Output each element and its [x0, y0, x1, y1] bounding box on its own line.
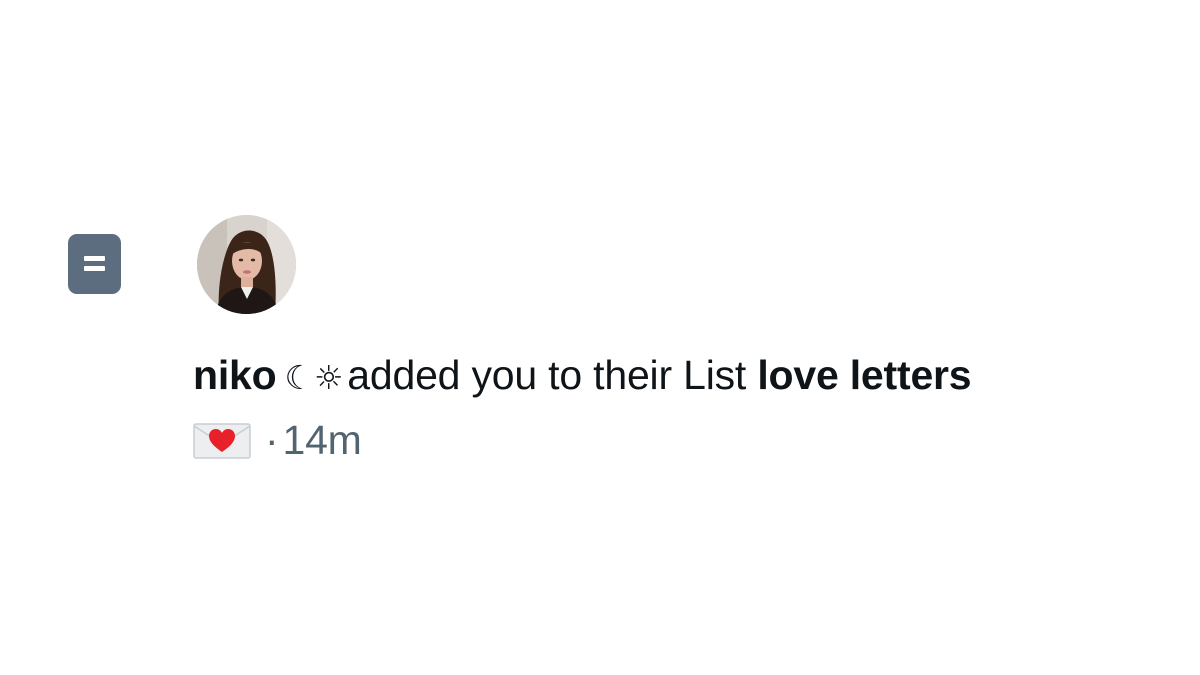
list-icon-bar: [84, 256, 105, 261]
separator-dot: ·: [265, 417, 279, 463]
list-icon: [68, 234, 121, 294]
name-glyphs: ☾☼: [284, 358, 344, 397]
notification-text: niko ☾☼added you to their List love lette…: [193, 346, 1153, 469]
list-icon-bar: [84, 266, 105, 271]
list-notification[interactable]: niko ☾☼added you to their List love lette…: [0, 0, 1200, 675]
love-letter-icon: [193, 418, 251, 462]
timestamp[interactable]: 14m: [282, 411, 361, 469]
avatar[interactable]: [197, 215, 296, 314]
meta-line: · 14m: [193, 411, 1153, 469]
profile-photo: [197, 215, 296, 314]
user-name[interactable]: niko: [193, 352, 277, 398]
action-text: added you to their List: [347, 352, 747, 398]
list-name[interactable]: love letters: [757, 352, 971, 398]
